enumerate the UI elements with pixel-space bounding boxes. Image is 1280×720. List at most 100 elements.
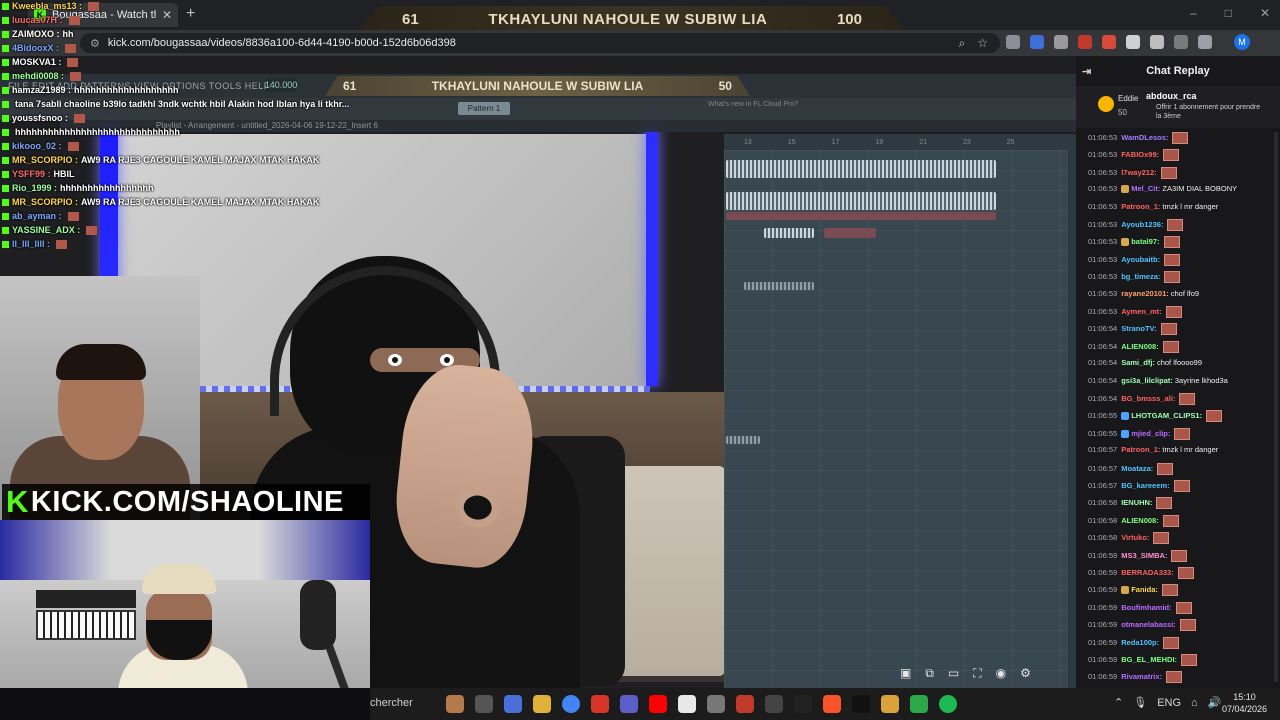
- fl-pattern-selector[interactable]: Pattern 1: [458, 102, 510, 115]
- message-username[interactable]: WamDLesos:: [1121, 133, 1168, 142]
- chat-message[interactable]: 01:06:53 Mel_Cit: ZA3IM DIAL BOBONY: [1088, 184, 1237, 194]
- chat-message[interactable]: 01:06:57 BG_kareeem:: [1088, 480, 1190, 492]
- message-username[interactable]: Virtuko:: [1121, 533, 1149, 542]
- fl-bpm[interactable]: 140.000: [265, 78, 297, 92]
- chat-message[interactable]: 01:06:53 WamDLesos:: [1088, 132, 1189, 144]
- reading-list-icon[interactable]: [1174, 35, 1188, 49]
- extension-icon[interactable]: [1006, 35, 1020, 49]
- chat-message[interactable]: 01:06:53 Aymen_mt:: [1088, 306, 1182, 318]
- tab-close-icon[interactable]: ✕: [162, 8, 172, 22]
- extension-icon[interactable]: [1030, 35, 1044, 49]
- collapse-chat-icon[interactable]: ⇥: [1082, 65, 1091, 78]
- extension-icon[interactable]: [1078, 35, 1092, 49]
- chat-message[interactable]: 01:06:58 IENUHN:: [1088, 497, 1173, 510]
- message-username[interactable]: Rivamatrix:: [1121, 672, 1162, 681]
- tray-up-arrow-icon[interactable]: ⌃: [1114, 696, 1123, 709]
- chat-message[interactable]: 01:06:58 Virtuko:: [1088, 532, 1170, 545]
- profile-avatar[interactable]: M: [1234, 34, 1250, 50]
- chat-message[interactable]: 01:06:59 Rivamatrix:: [1088, 671, 1183, 684]
- extension-icon[interactable]: [1054, 35, 1068, 49]
- message-username[interactable]: Boufimhamid:: [1121, 603, 1171, 612]
- automation-clip[interactable]: [726, 212, 996, 220]
- message-username[interactable]: BG_EL_MEHDI:: [1121, 655, 1177, 664]
- message-username[interactable]: BG_bmsss_ali:: [1121, 394, 1175, 403]
- chat-message[interactable]: 01:06:59 BERRADA333:: [1088, 567, 1194, 579]
- message-username[interactable]: ALIEN008:: [1121, 342, 1159, 351]
- settings-gear-icon[interactable]: ⚙: [1020, 666, 1031, 681]
- chat-message[interactable]: 01:06:54 gsi3a_lilclipat: 3ayrine lkhod3a: [1088, 376, 1228, 386]
- extension-icon[interactable]: [1102, 35, 1116, 49]
- task-view-icon[interactable]: [475, 695, 493, 713]
- chat-message[interactable]: 01:06:54 ALIEN008:: [1088, 340, 1179, 353]
- clock[interactable]: 15:10 07/04/2026: [1222, 691, 1267, 715]
- message-username[interactable]: Fanida:: [1131, 585, 1158, 594]
- message-username[interactable]: gsi3a_lilclipat:: [1121, 376, 1173, 385]
- chat-message[interactable]: 01:06:54 Sami_dfj: chof lfoooo99: [1088, 358, 1202, 368]
- mic-icon[interactable]: 🎙: [1133, 696, 1147, 709]
- message-username[interactable]: Sami_dfj:: [1121, 358, 1155, 367]
- chat-message[interactable]: 01:06:59 Fanida:: [1088, 584, 1178, 597]
- message-username[interactable]: mjied_clip:: [1131, 429, 1170, 438]
- clip-icon[interactable]: ⧉: [925, 666, 934, 681]
- message-username[interactable]: Moataza:: [1121, 464, 1153, 473]
- chat-message[interactable]: 01:06:59 otmanelabassi:: [1088, 619, 1196, 632]
- message-username[interactable]: StranoTV:: [1121, 324, 1156, 333]
- new-tab-button[interactable]: +: [186, 5, 195, 23]
- chat-scrollbar[interactable]: [1274, 132, 1278, 682]
- chat-message[interactable]: 01:06:59 Boufimhamid:: [1088, 601, 1192, 614]
- minimize-button[interactable]: –: [1190, 6, 1197, 20]
- audio-clip[interactable]: [824, 228, 876, 238]
- message-username[interactable]: Reda100p:: [1121, 638, 1159, 647]
- url-text[interactable]: kick.com/bougassaa/videos/8836a100-6d44-…: [108, 37, 951, 49]
- audio-clip[interactable]: [726, 160, 996, 178]
- message-username[interactable]: Patroon_1:: [1121, 202, 1160, 211]
- message-username[interactable]: LHOTGAM_CLIPS1:: [1131, 411, 1202, 420]
- youtube-icon[interactable]: [649, 695, 667, 713]
- chat-message[interactable]: 01:06:53 l7way212:: [1088, 166, 1177, 179]
- language-indicator[interactable]: ENG: [1157, 697, 1181, 709]
- message-username[interactable]: batal97:: [1131, 237, 1159, 246]
- message-username[interactable]: FABIOx99:: [1121, 150, 1159, 159]
- message-username[interactable]: BG_kareeem:: [1121, 481, 1169, 490]
- acrobat-icon[interactable]: [591, 695, 609, 713]
- fl-scrollbar[interactable]: [1068, 134, 1076, 688]
- theater-icon[interactable]: ▭: [948, 666, 959, 681]
- chat-message[interactable]: 01:06:54 StranoTV:: [1088, 323, 1177, 336]
- chat-message[interactable]: 01:06:59 Reda100p:: [1088, 636, 1180, 649]
- close-window-button[interactable]: ✕: [1260, 6, 1270, 20]
- file-explorer-icon[interactable]: [533, 695, 551, 713]
- extensions-puzzle-icon[interactable]: [1150, 35, 1164, 49]
- chat-message[interactable]: 01:06:53 batal97:: [1088, 236, 1180, 249]
- taskbar-search[interactable]: chercher: [370, 697, 413, 709]
- chat-message[interactable]: 01:06:55 mjied_clip:: [1088, 427, 1191, 440]
- app-icon[interactable]: [910, 695, 928, 713]
- chat-message[interactable]: 01:06:53 Patroon_1: tmzk l mr danger: [1088, 202, 1218, 212]
- app-icon[interactable]: [707, 695, 725, 713]
- chat-message[interactable]: 01:06:59 BG_EL_MEHDI:: [1088, 654, 1198, 666]
- spotify-icon[interactable]: [939, 695, 957, 713]
- chat-message[interactable]: 01:06:53 rayane20101: chof lfo9: [1088, 289, 1199, 299]
- widget-icon[interactable]: [446, 695, 464, 713]
- message-username[interactable]: l7way212:: [1121, 168, 1156, 177]
- message-username[interactable]: MS3_SIMBA:: [1121, 551, 1167, 560]
- speed-icon[interactable]: ◉: [996, 666, 1006, 681]
- audio-clip[interactable]: [726, 436, 760, 444]
- network-icon[interactable]: ⌂: [1191, 697, 1198, 709]
- side-panel-icon[interactable]: [1198, 35, 1212, 49]
- chat-message[interactable]: 01:06:53 FABIOx99:: [1088, 149, 1180, 162]
- pip-icon[interactable]: ▣: [900, 666, 911, 681]
- message-username[interactable]: otmanelabassi:: [1121, 620, 1176, 629]
- volume-icon[interactable]: 🔊: [1208, 696, 1222, 709]
- chat-message[interactable]: 01:06:59 MS3_SIMBA:: [1088, 549, 1188, 562]
- chat-message[interactable]: 01:06:53 Ayoub1236:: [1088, 219, 1184, 231]
- fullscreen-icon[interactable]: ⛶: [973, 666, 981, 681]
- app-icon[interactable]: [881, 695, 899, 713]
- audio-clip[interactable]: [744, 282, 814, 290]
- chrome-icon[interactable]: [562, 695, 580, 713]
- message-username[interactable]: BERRADA333:: [1121, 568, 1174, 577]
- maximize-button[interactable]: □: [1225, 6, 1232, 20]
- chat-message[interactable]: 01:06:58 ALIEN008:: [1088, 514, 1179, 527]
- site-info-icon[interactable]: ⚙: [90, 37, 100, 50]
- app-icon[interactable]: [794, 695, 812, 713]
- message-username[interactable]: Ayoubaitb:: [1121, 255, 1160, 264]
